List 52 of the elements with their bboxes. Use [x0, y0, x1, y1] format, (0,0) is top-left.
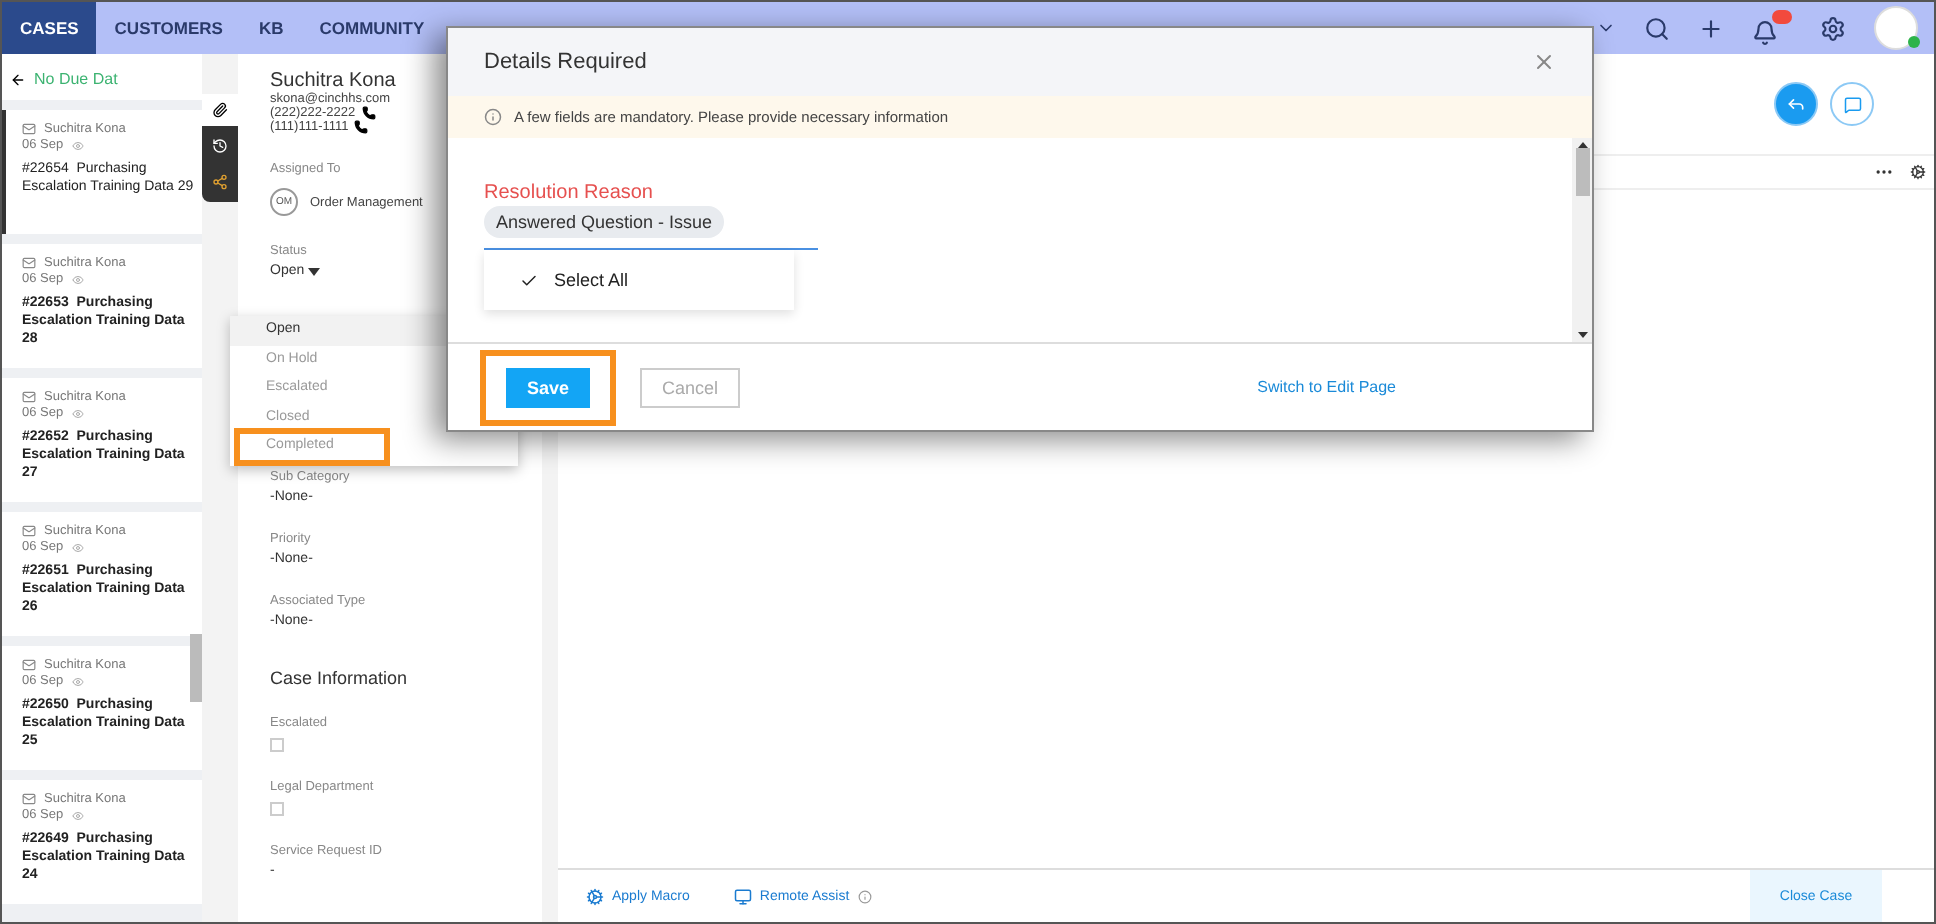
gear-icon[interactable] [1910, 164, 1926, 180]
comment-icon [1843, 95, 1861, 113]
nav-tab[interactable]: COMMUNITY [301, 2, 443, 54]
mail-icon [22, 524, 36, 538]
settings-icon[interactable] [1820, 15, 1846, 41]
close-icon[interactable] [1532, 50, 1556, 74]
phone-icon[interactable] [361, 106, 376, 120]
mail-icon [22, 256, 36, 270]
contact-name: Suchitra Kona [270, 70, 398, 92]
checkbox[interactable] [270, 738, 284, 752]
scrollbar-thumb[interactable] [1575, 148, 1589, 196]
mail-icon [22, 658, 36, 672]
eye-icon [71, 809, 84, 821]
mail-icon [22, 122, 36, 136]
reply-icon [1786, 94, 1806, 114]
info-icon [484, 108, 502, 126]
eye-icon [71, 407, 84, 419]
check-icon [520, 271, 538, 289]
history-icon[interactable] [212, 138, 228, 154]
attachment-icon[interactable] [212, 102, 228, 118]
comment-button[interactable] [1830, 82, 1874, 126]
back-arrow-icon[interactable] [10, 71, 26, 87]
checkbox[interactable] [270, 802, 284, 816]
caret-icon [308, 267, 321, 275]
section-title: Case Information [270, 668, 410, 688]
dropdown-option[interactable]: Select All [484, 250, 794, 310]
scrollbar[interactable] [1572, 138, 1592, 342]
eye-icon [71, 675, 84, 687]
gear-icon [586, 887, 604, 905]
mail-icon [22, 792, 36, 806]
info-icon [857, 889, 872, 903]
user-avatar[interactable] [1874, 6, 1918, 50]
field-label: Resolution Reason [484, 182, 655, 204]
scroll-down-icon[interactable] [1577, 332, 1587, 338]
dialog-title: Details Required [484, 50, 647, 74]
eye-icon [71, 541, 84, 553]
add-icon[interactable] [1698, 15, 1724, 41]
search-icon[interactable] [1644, 15, 1670, 41]
eye-icon [71, 139, 84, 151]
mail-icon [22, 390, 36, 404]
nav-tab[interactable]: KB [240, 2, 302, 54]
phone-icon[interactable] [354, 120, 369, 134]
monitor-icon [733, 887, 752, 905]
reply-button[interactable] [1774, 82, 1818, 126]
network-icon[interactable] [212, 174, 228, 190]
nav-tab[interactable]: CUSTOMERS [96, 2, 241, 54]
edit-page-link[interactable]: Switch to Edit Page [1257, 378, 1396, 396]
selected-chip[interactable]: Answered Question - Issue [484, 206, 725, 238]
eye-icon [71, 273, 84, 285]
nav-tab[interactable]: CASES [2, 2, 97, 54]
notification-icon[interactable] [1752, 10, 1792, 46]
scrollbar-thumb[interactable] [190, 634, 202, 702]
